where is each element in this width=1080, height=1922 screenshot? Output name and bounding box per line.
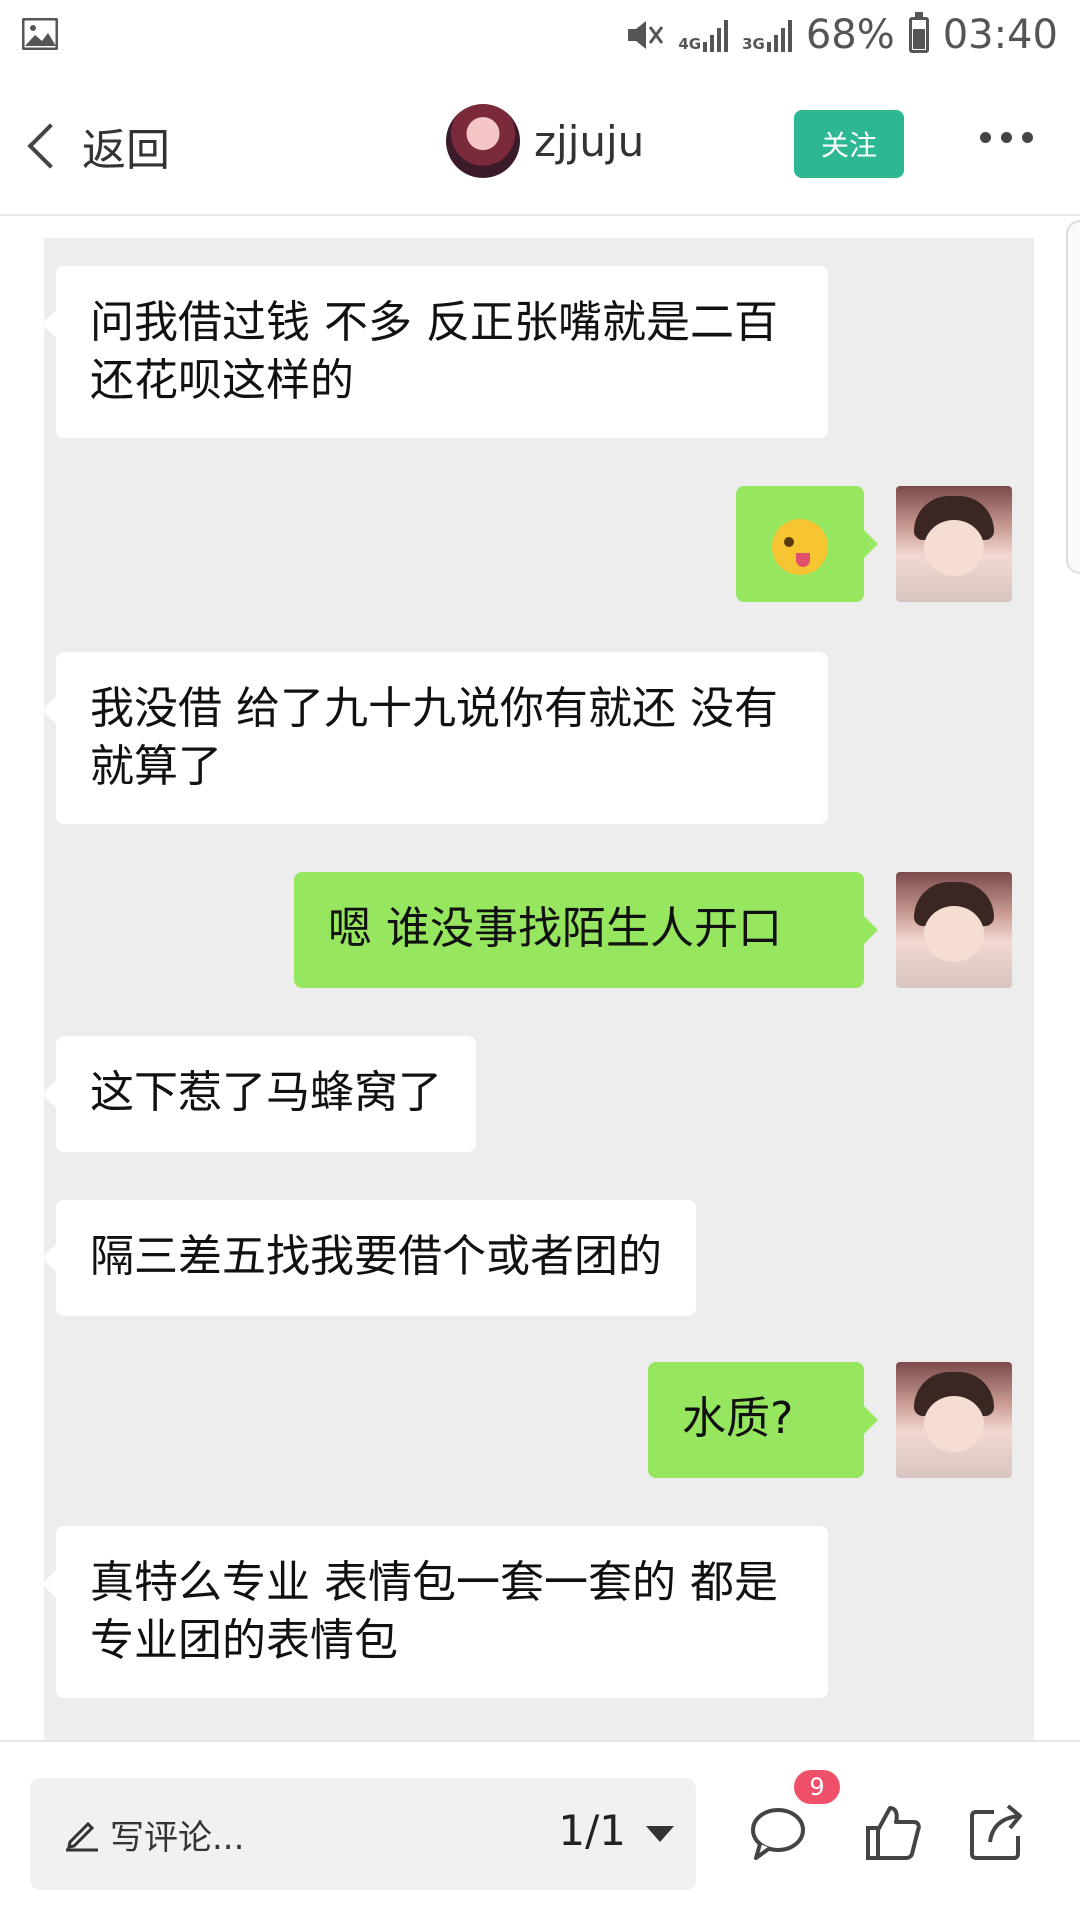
page-indicator[interactable]: 1/1 xyxy=(558,1806,626,1855)
chat-bubble-incoming: 问我借过钱 不多 反正张嘴就是二百还花呗这样的 xyxy=(44,266,828,438)
chevron-left-icon xyxy=(27,123,73,169)
chat-bubble-outgoing: 水质? xyxy=(648,1362,878,1478)
status-bar: 4G 3G 68% 03:40 xyxy=(0,0,1080,72)
winking-tongue-emoji-icon xyxy=(772,519,828,575)
back-button[interactable]: 返回 xyxy=(22,116,170,176)
thumbs-up-icon[interactable] xyxy=(862,1802,922,1862)
back-label: 返回 xyxy=(82,125,170,176)
chat-self-avatar xyxy=(896,1362,1012,1478)
chat-bubble-incoming: 这下惹了马蜂窝了 xyxy=(44,1036,476,1152)
comment-count-badge: 9 xyxy=(794,1770,840,1804)
share-icon[interactable] xyxy=(966,1802,1026,1862)
chat-screenshot: 问我借过钱 不多 反正张嘴就是二百还花呗这样的 我没借 给了九十九说你有就还 没… xyxy=(44,238,1034,1740)
chat-bubble-outgoing: 嗯 谁没事找陌生人开口 xyxy=(294,872,878,988)
comment-bubble-icon[interactable] xyxy=(748,1802,808,1862)
comment-input[interactable]: 写评论... 1/1 xyxy=(30,1778,696,1890)
chat-self-avatar xyxy=(896,486,1012,602)
chat-bubble-incoming: 隔三差五找我要借个或者团的 xyxy=(44,1200,696,1316)
follow-button[interactable]: 关注 xyxy=(794,110,904,178)
network-type-b: 3G xyxy=(742,35,765,53)
comment-placeholder: 写评论... xyxy=(110,1818,245,1858)
bottom-bar: 写评论... 1/1 9 xyxy=(0,1740,1080,1922)
user-info[interactable]: zjjuju xyxy=(446,104,644,178)
username[interactable]: zjjuju xyxy=(534,117,644,166)
signal-icon-a xyxy=(703,18,729,52)
network-type-a: 4G xyxy=(678,35,702,53)
battery-icon xyxy=(908,12,929,53)
chat-self-avatar xyxy=(896,872,1012,988)
gallery-notification-icon xyxy=(22,18,58,50)
header-bar: 返回 zjjuju 关注 xyxy=(0,72,1080,216)
signal-icon-b xyxy=(766,18,792,52)
battery-percent: 68% xyxy=(805,12,895,58)
mute-icon xyxy=(628,21,664,49)
avatar[interactable] xyxy=(446,104,520,178)
clock: 03:40 xyxy=(942,12,1058,58)
pencil-icon xyxy=(66,1821,98,1852)
chat-bubble-incoming: 真特么专业 表情包一套一套的 都是专业团的表情包 xyxy=(44,1526,828,1698)
more-options-icon[interactable] xyxy=(980,132,1033,143)
chat-bubble-outgoing xyxy=(736,486,878,602)
side-scroll-edge[interactable] xyxy=(1066,220,1080,574)
caret-down-icon[interactable] xyxy=(646,1826,674,1842)
chat-bubble-incoming: 我没借 给了九十九说你有就还 没有就算了 xyxy=(44,652,828,824)
